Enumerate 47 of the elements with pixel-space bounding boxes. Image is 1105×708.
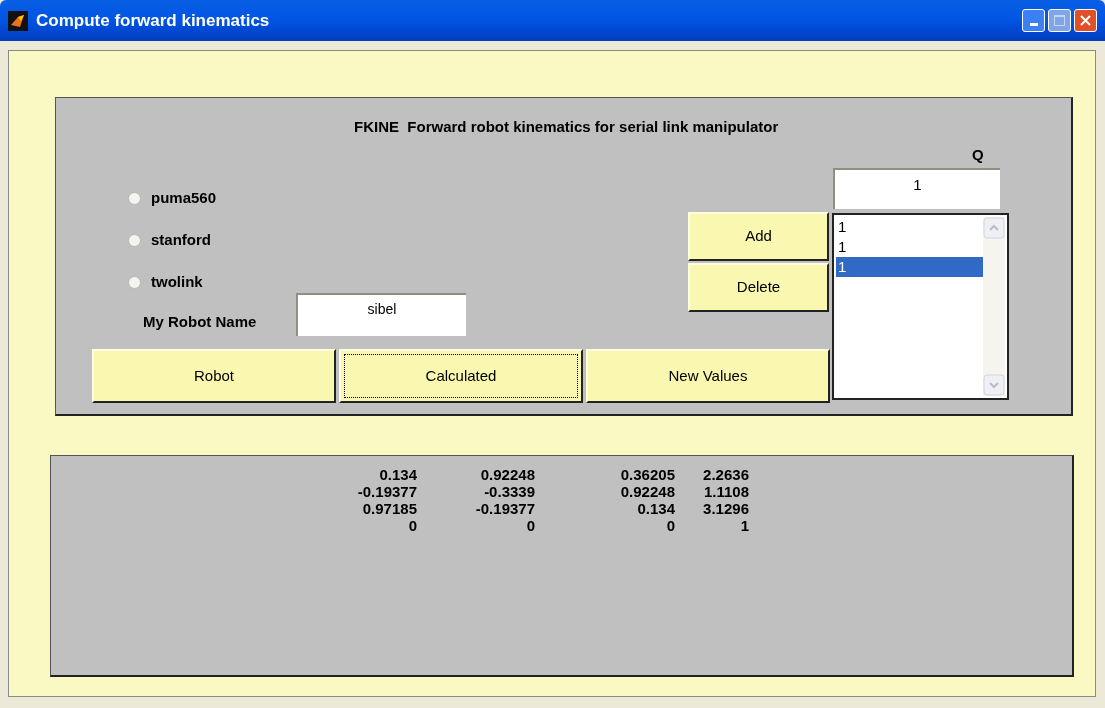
action-button[interactable]: New Values — [586, 349, 830, 403]
minimize-button[interactable] — [1022, 9, 1045, 32]
q-list-box[interactable]: 1 1 1 — [832, 213, 1009, 400]
matrix-value: 0 — [665, 517, 675, 534]
action-button[interactable]: Robot — [92, 349, 336, 403]
radio-button[interactable] — [128, 233, 141, 247]
app-logo-icon — [8, 10, 28, 31]
matrix-value: 1 — [739, 517, 749, 534]
matrix-value: 0.92248 — [619, 483, 675, 500]
minimize-icon — [1029, 23, 1038, 26]
maximize-icon — [1054, 15, 1065, 26]
matrix-value: 0 — [525, 517, 535, 534]
maximize-button[interactable] — [1048, 9, 1071, 32]
radio-button[interactable] — [128, 275, 141, 289]
list-item[interactable]: 1 — [836, 237, 983, 257]
add-button[interactable]: Add — [688, 212, 829, 261]
list-item[interactable]: 1 — [836, 217, 983, 237]
matrix-value: 0.92248 — [479, 466, 535, 483]
matrix-value: 1.1108 — [702, 483, 749, 500]
action-button[interactable]: Calculated — [339, 349, 583, 403]
radio-label: twolink — [151, 272, 203, 292]
close-icon — [1080, 15, 1091, 26]
radio-button[interactable] — [128, 191, 141, 205]
matrix-value: 3.1296 — [702, 500, 749, 517]
matrix-value: 2.2636 — [702, 466, 749, 483]
scroll-down-icon[interactable] — [983, 374, 1005, 396]
matrix-value: -0.3339 — [483, 483, 535, 500]
list-item[interactable]: 1 — [836, 257, 983, 277]
scrollbar[interactable] — [983, 217, 1005, 396]
matrix-value: -0.19377 — [356, 483, 417, 500]
radio-label: stanford — [151, 230, 211, 250]
matrix-value: 0.36205 — [619, 466, 675, 483]
radio-label: puma560 — [151, 188, 217, 208]
window-title: Compute forward kinematics — [36, 9, 270, 32]
matrix-value: 0.97185 — [361, 500, 417, 517]
matrix-value: -0.19377 — [474, 500, 535, 517]
matrix-value: 0.134 — [378, 466, 417, 483]
matrix-value: 0.134 — [636, 500, 675, 517]
scroll-up-icon[interactable] — [983, 217, 1005, 239]
delete-button[interactable]: Delete — [688, 263, 829, 312]
panel-heading: FKINE Forward robot kinematics for serial link manipulator — [354, 117, 779, 137]
q-input-field[interactable]: 1 — [833, 168, 1000, 209]
robot-name-label: My Robot Name — [143, 312, 257, 332]
close-button[interactable] — [1074, 9, 1097, 32]
matrix-value: 0 — [407, 517, 417, 534]
q-label: Q — [972, 145, 984, 165]
robot-name-field[interactable]: sibel — [296, 293, 466, 336]
